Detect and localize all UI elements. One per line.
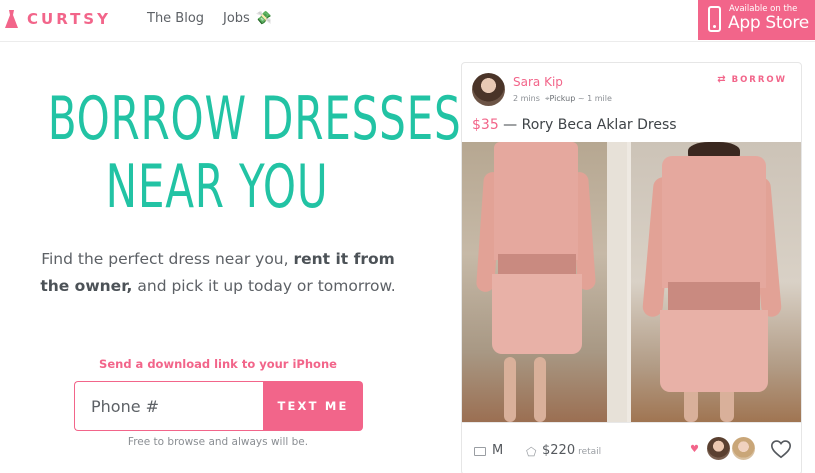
retail-label: retail — [578, 447, 602, 457]
likes-heart-icon: ♥ — [690, 444, 699, 455]
free-to-browse-note: Free to browse and always will be. — [127, 436, 309, 448]
top-nav: CURTSY The Blog Jobs 💸 Available on the … — [0, 0, 815, 42]
iphone-icon — [708, 6, 721, 32]
dress-logo-icon — [5, 10, 18, 28]
send-link-label: Send a download link to your iPhone — [99, 357, 337, 371]
download-link-form: TEXT ME — [74, 381, 363, 431]
listing-card[interactable]: Sara Kip 2 mins ⌖Pickup ~ 1 mile ⇄ BORRO… — [461, 62, 802, 473]
like-heart-icon[interactable] — [770, 438, 792, 460]
listing-time: 2 mins — [513, 94, 540, 103]
borrow-tag-label: BORROW — [731, 74, 787, 85]
seller-meta: 2 mins ⌖Pickup ~ 1 mile — [513, 94, 612, 104]
listing-title[interactable]: $35 — Rory Beca Aklar Dress — [472, 117, 677, 133]
liker-avatar[interactable] — [705, 435, 732, 462]
seller-avatar[interactable] — [472, 73, 505, 106]
retail-price: $220 retail — [542, 443, 602, 458]
nav-link-jobs[interactable]: Jobs 💸 — [223, 11, 272, 27]
price-tag-icon: ⬠ — [526, 445, 537, 459]
ruler-icon — [474, 447, 486, 456]
pickup-distance: ~ 1 mile — [577, 94, 612, 103]
listing-size: M — [492, 443, 504, 458]
app-store-button[interactable]: Available on the App Store — [698, 0, 815, 40]
photo-door-background — [607, 142, 627, 422]
pickup-label: Pickup — [549, 94, 576, 103]
listing-price: $35 — [472, 117, 499, 133]
liker-avatar[interactable] — [730, 435, 757, 462]
money-icon: 💸 — [255, 11, 272, 26]
nav-link-jobs-label: Jobs — [223, 11, 250, 26]
curtsy-logo[interactable]: CURTSY — [4, 9, 111, 29]
hero-title-line-1: BORROW DRESSES — [47, 84, 462, 154]
swap-arrows-icon: ⇄ — [717, 74, 728, 85]
listing-photo[interactable] — [462, 142, 801, 422]
nav-link-blog[interactable]: The Blog — [147, 11, 204, 27]
seller-name[interactable]: Sara Kip — [513, 75, 563, 89]
listing-item-name: Rory Beca Aklar Dress — [521, 117, 677, 133]
hero-title: BORROW DRESSES NEAR YOU — [47, 84, 462, 222]
phone-number-input[interactable] — [74, 381, 263, 431]
logo-wordmark: CURTSY — [27, 10, 111, 28]
borrow-tag: ⇄ BORROW — [717, 74, 787, 85]
listing-footer: M ⬠ $220 retail ♥ — [462, 422, 801, 473]
app-store-big-text: App Store — [728, 13, 809, 33]
hero-title-line-2: NEAR YOU — [105, 152, 329, 222]
hero-description: Find the perfect dress near you, rent it… — [40, 250, 396, 295]
text-me-button[interactable]: TEXT ME — [263, 381, 363, 431]
